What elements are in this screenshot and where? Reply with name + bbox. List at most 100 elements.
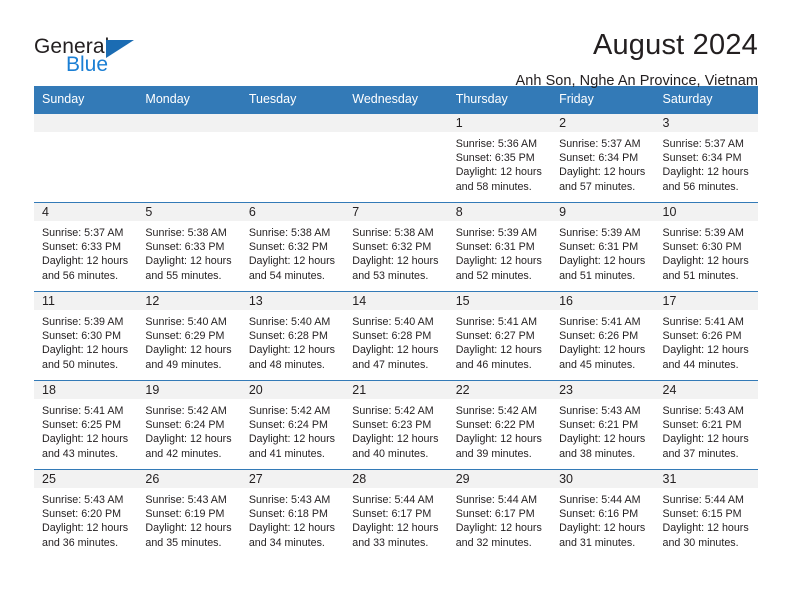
day-detail-line: Sunset: 6:26 PM	[559, 330, 639, 343]
calendar-day-cell[interactable]: 8 Sunrise: 5:39 AM Sunset: 6:31 PM Daylight…	[447, 203, 552, 291]
calendar-day-cell-empty[interactable]	[240, 114, 345, 202]
day-detail-line: Sunset: 6:15 PM	[662, 508, 742, 521]
day-detail-body: Sunrise: 5:42 AM Sunset: 6:23 PM Daylight:…	[344, 399, 447, 461]
calendar-day-cell[interactable]: 7 Sunrise: 5:38 AM Sunset: 6:32 PM Daylight…	[344, 203, 448, 291]
weekday-header-tuesday: Tuesday	[248, 92, 297, 106]
calendar-day-cell[interactable]: 31 Sunrise: 5:44 AM Sunset: 6:15 PM Dayligh…	[654, 470, 758, 558]
day-detail-line: and 53 minutes.	[352, 269, 429, 282]
day-number-band	[240, 114, 345, 132]
day-number: 10	[662, 204, 677, 219]
calendar-day-cell[interactable]: 13 Sunrise: 5:40 AM Sunset: 6:28 PM Dayligh…	[240, 292, 345, 380]
day-detail-line: Sunset: 6:17 PM	[455, 508, 535, 521]
calendar-day-cell[interactable]: 10 Sunrise: 5:39 AM Sunset: 6:30 PM Dayligh…	[654, 203, 758, 291]
calendar-day-cell[interactable]: 19 Sunrise: 5:42 AM Sunset: 6:24 PM Dayligh…	[137, 381, 241, 469]
day-detail-line: and 51 minutes.	[559, 269, 636, 282]
calendar-day-cell[interactable]: 12 Sunrise: 5:40 AM Sunset: 6:29 PM Dayligh…	[137, 292, 241, 380]
calendar-day-cell[interactable]: 25 Sunrise: 5:43 AM Sunset: 6:20 PM Dayligh…	[34, 470, 138, 558]
day-number-band: 9	[551, 203, 655, 221]
day-detail-line: Sunrise: 5:44 AM	[559, 494, 641, 506]
day-number: 19	[145, 382, 160, 397]
calendar-day-cell[interactable]: 6 Sunrise: 5:38 AM Sunset: 6:32 PM Daylight…	[240, 203, 345, 291]
day-number-band: 22	[447, 381, 552, 399]
day-detail-line: Daylight: 12 hours	[662, 522, 749, 535]
calendar-day-cell-empty[interactable]	[344, 114, 448, 202]
day-detail-line: Daylight: 12 hours	[559, 433, 646, 446]
calendar-day-cell-empty[interactable]	[34, 114, 138, 202]
day-detail-body: Sunrise: 5:38 AM Sunset: 6:32 PM Daylight:…	[241, 221, 344, 283]
calendar-day-cell[interactable]: 9 Sunrise: 5:39 AM Sunset: 6:31 PM Daylight…	[551, 203, 655, 291]
day-number-band: 13	[240, 292, 345, 310]
day-detail-line: Sunrise: 5:44 AM	[455, 494, 538, 506]
calendar-day-cell[interactable]: 15 Sunrise: 5:41 AM Sunset: 6:27 PM Dayligh…	[447, 292, 552, 380]
day-detail-line: and 50 minutes.	[42, 358, 119, 371]
day-detail-body	[241, 132, 344, 137]
day-detail-line: Daylight: 12 hours	[559, 255, 646, 268]
day-detail-line: Sunrise: 5:39 AM	[42, 316, 124, 328]
calendar-day-cell[interactable]: 16 Sunrise: 5:41 AM Sunset: 6:26 PM Dayligh…	[551, 292, 655, 380]
day-detail-line: Daylight: 12 hours	[559, 166, 646, 179]
calendar-day-cell[interactable]: 28 Sunrise: 5:44 AM Sunset: 6:17 PM Dayligh…	[344, 470, 448, 558]
day-detail-line: Sunrise: 5:39 AM	[455, 227, 538, 239]
day-detail-line: Sunset: 6:17 PM	[352, 508, 432, 521]
day-detail-line: Sunset: 6:35 PM	[455, 152, 535, 165]
day-detail-line: Daylight: 12 hours	[145, 255, 232, 268]
calendar-day-cell[interactable]: 23 Sunrise: 5:43 AM Sunset: 6:21 PM Dayligh…	[551, 381, 655, 469]
day-number: 14	[352, 293, 367, 308]
day-number: 15	[455, 293, 470, 308]
calendar-day-cell[interactable]: 24 Sunrise: 5:43 AM Sunset: 6:21 PM Dayligh…	[654, 381, 758, 469]
calendar-day-cell[interactable]: 11 Sunrise: 5:39 AM Sunset: 6:30 PM Dayligh…	[34, 292, 138, 380]
day-detail-line: Sunset: 6:26 PM	[662, 330, 742, 343]
calendar-day-cell[interactable]: 27 Sunrise: 5:43 AM Sunset: 6:18 PM Dayligh…	[240, 470, 345, 558]
day-detail-line: Sunset: 6:32 PM	[352, 241, 432, 254]
day-detail-line: Sunrise: 5:38 AM	[248, 227, 331, 239]
day-detail-line: and 47 minutes.	[352, 358, 429, 371]
day-detail-line: and 31 minutes.	[559, 536, 636, 549]
calendar-day-cell[interactable]: 2 Sunrise: 5:37 AM Sunset: 6:34 PM Daylight…	[551, 114, 655, 202]
calendar-day-cell[interactable]: 20 Sunrise: 5:42 AM Sunset: 6:24 PM Dayligh…	[240, 381, 345, 469]
day-detail-line: and 36 minutes.	[42, 536, 119, 549]
day-number: 28	[352, 471, 367, 486]
day-number: 17	[662, 293, 677, 308]
day-detail-body: Sunrise: 5:43 AM Sunset: 6:20 PM Daylight:…	[34, 488, 137, 550]
calendar-day-cell[interactable]: 14 Sunrise: 5:40 AM Sunset: 6:28 PM Dayligh…	[344, 292, 448, 380]
calendar-day-cell[interactable]: 30 Sunrise: 5:44 AM Sunset: 6:16 PM Dayligh…	[551, 470, 655, 558]
day-number: 23	[559, 382, 574, 397]
day-detail-line: and 58 minutes.	[455, 180, 532, 193]
day-detail-line: Sunset: 6:18 PM	[248, 508, 328, 521]
calendar-day-cell[interactable]: 5 Sunrise: 5:38 AM Sunset: 6:33 PM Daylight…	[137, 203, 241, 291]
day-detail-line: Sunset: 6:33 PM	[145, 241, 225, 254]
day-detail-line: Daylight: 12 hours	[662, 166, 749, 179]
calendar-day-cell[interactable]: 3 Sunrise: 5:37 AM Sunset: 6:34 PM Daylight…	[654, 114, 758, 202]
day-number-band: 27	[240, 470, 345, 488]
day-detail-line: Sunset: 6:25 PM	[42, 419, 122, 432]
calendar-day-cell[interactable]: 26 Sunrise: 5:43 AM Sunset: 6:19 PM Dayligh…	[137, 470, 241, 558]
calendar-day-cell[interactable]: 4 Sunrise: 5:37 AM Sunset: 6:33 PM Daylight…	[34, 203, 138, 291]
day-number-band: 26	[137, 470, 241, 488]
calendar-day-cell[interactable]: 1 Sunrise: 5:36 AM Sunset: 6:35 PM Daylight…	[447, 114, 552, 202]
day-number-band	[137, 114, 241, 132]
calendar-week-row: 18 Sunrise: 5:41 AM Sunset: 6:25 PM Dayligh…	[34, 380, 758, 469]
general-blue-logo: General Blue	[34, 28, 204, 82]
day-number-band: 20	[240, 381, 345, 399]
logo-text-blue: Blue	[66, 53, 109, 76]
day-detail-line: and 48 minutes.	[248, 358, 325, 371]
day-detail-line: Sunset: 6:24 PM	[145, 419, 225, 432]
day-detail-line: Sunrise: 5:41 AM	[662, 316, 744, 328]
calendar-day-cell[interactable]: 21 Sunrise: 5:42 AM Sunset: 6:23 PM Dayligh…	[344, 381, 448, 469]
day-detail-line: Daylight: 12 hours	[42, 255, 129, 268]
day-detail-line: Sunset: 6:20 PM	[42, 508, 122, 521]
calendar-day-cell-empty[interactable]	[137, 114, 241, 202]
calendar-day-cell[interactable]: 18 Sunrise: 5:41 AM Sunset: 6:25 PM Dayligh…	[34, 381, 138, 469]
day-detail-body: Sunrise: 5:37 AM Sunset: 6:34 PM Daylight:…	[551, 132, 654, 194]
day-detail-line: Sunrise: 5:36 AM	[455, 138, 538, 150]
day-detail-body: Sunrise: 5:40 AM Sunset: 6:28 PM Daylight:…	[241, 310, 344, 372]
day-detail-line: Sunset: 6:22 PM	[455, 419, 535, 432]
day-number: 25	[42, 471, 56, 486]
calendar-day-cell[interactable]: 17 Sunrise: 5:41 AM Sunset: 6:26 PM Dayligh…	[654, 292, 758, 380]
calendar-day-cell[interactable]: 22 Sunrise: 5:42 AM Sunset: 6:22 PM Dayligh…	[447, 381, 552, 469]
calendar-day-cell[interactable]: 29 Sunrise: 5:44 AM Sunset: 6:17 PM Dayligh…	[447, 470, 552, 558]
day-detail-line: Daylight: 12 hours	[248, 344, 335, 357]
day-number: 27	[248, 471, 263, 486]
day-detail-line: Daylight: 12 hours	[662, 344, 749, 357]
day-number: 2	[559, 115, 567, 130]
